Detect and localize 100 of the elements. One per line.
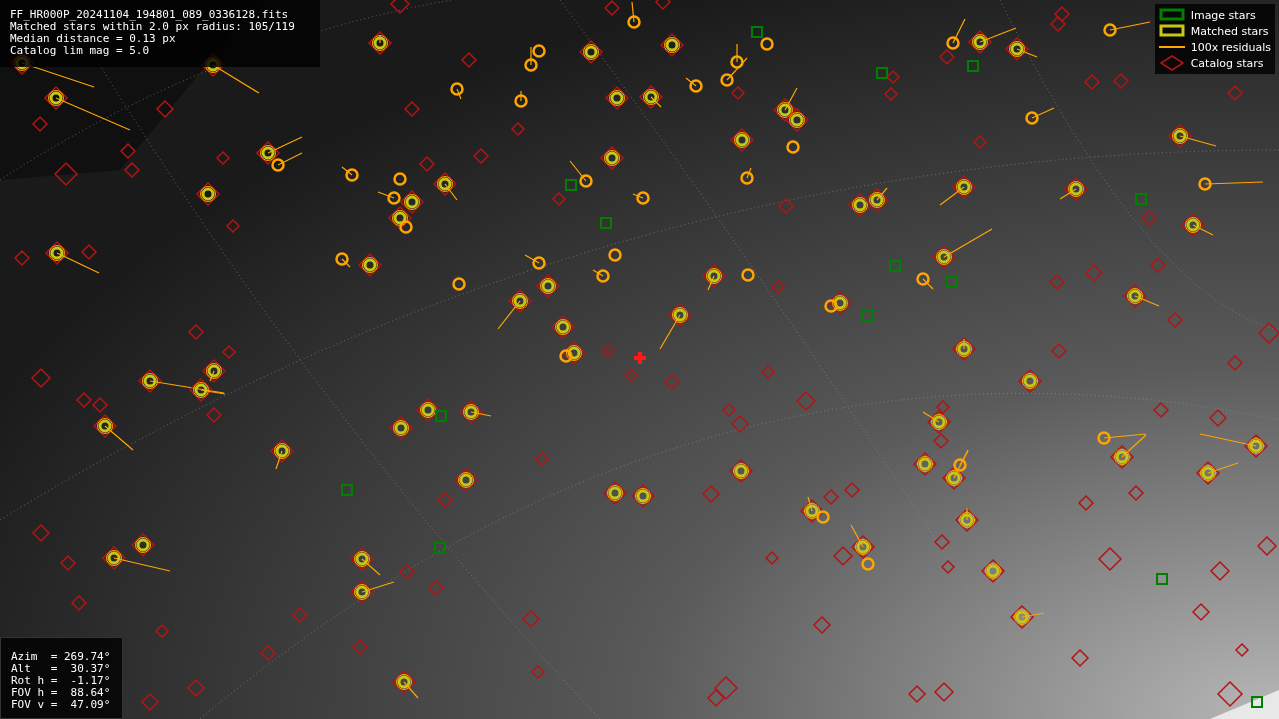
catalog-star-marker [932,432,950,450]
catalog-star-marker [187,323,205,341]
catalog-star-marker [885,69,901,85]
matched-star-marker [44,240,100,274]
catalog-star-marker [1048,273,1066,291]
matched-star-marker [627,1,641,29]
catalog-star-marker [713,675,739,701]
matched-star-marker [772,87,798,123]
matched-star-marker [367,30,393,56]
catalog-star-marker [1053,5,1071,23]
matched-star-marker [1103,21,1151,37]
matched-star-marker [740,167,754,185]
catalog-star-marker [31,523,51,543]
matched-star-marker [1198,177,1264,191]
matched-star-marker [1059,176,1089,202]
catalog-star-marker [1256,535,1278,557]
matched-star-marker [341,166,359,182]
matched-star-marker [578,39,604,65]
catalog-star-marker [215,150,231,166]
catalog-star-marker [603,0,621,17]
catalog-star-marker [777,197,795,215]
matched-star-marker [632,191,650,205]
catalog-star-marker [534,451,550,467]
matched-star-marker [453,467,479,493]
catalog-star-marker [80,243,98,261]
matched-star-marker [1122,283,1160,309]
catalog-star-marker [663,373,681,391]
catalog-star-marker [730,85,746,101]
matched-star-marker [784,107,810,133]
catalog-star-marker [418,155,436,173]
catalog-star-marker [31,115,49,133]
catalog-star-marker [123,161,141,179]
matched-star-marker [349,546,381,576]
matched-star-marker [980,558,1006,584]
catalog-star-marker [460,51,478,69]
matched-star-marker [550,314,576,340]
info-text: FF_HR000P_20241104_194801_089_0336128.fits [10,9,290,21]
matched-star-marker [357,252,383,278]
matched-star-marker [388,415,414,441]
catalog-star-marker [186,678,206,698]
catalog-star-marker [1209,560,1231,582]
matched-star-marker [349,579,395,605]
catalog-star-marker [1070,648,1090,668]
catalog-star-marker [1149,256,1167,274]
matched-star-marker [659,302,693,350]
catalog-star-marker [843,481,861,499]
catalog-star-marker [225,218,241,234]
matched-star-marker [602,480,628,506]
matched-star-marker [916,272,934,290]
catalog-star-marker [154,623,170,639]
matched-star-marker [659,32,685,58]
catalog-star-marker [721,402,737,418]
catalog-star-marker [1127,484,1145,502]
legend-label: Matched stars [1190,24,1269,38]
catalog-star-marker [770,279,786,295]
info-text: Catalog lim mag = 5.0 [10,45,151,57]
catalog-star-marker [1257,321,1279,345]
matched-star-marker [514,90,528,108]
catalog-star-marker [938,48,956,66]
catalog-star-marker [13,249,31,267]
matched-star-marker [728,458,754,484]
matched-star-marker [1180,212,1214,238]
catalog-star-marker [933,533,951,551]
catalog-star-marker [706,688,726,708]
matched-star-marker [604,85,630,111]
info-text: FOV v = 47.09° [11,699,112,711]
catalog-star-marker [812,615,832,635]
center-cross-icon [634,352,646,364]
catalog-star-marker [935,399,951,415]
info-text: Alt = 30.37° [11,663,112,675]
catalog-star-marker [221,344,237,360]
matched-star-marker [701,263,727,291]
catalog-star-marker [351,638,369,656]
catalog-star-marker [832,545,854,567]
catalog-star-marker [907,684,927,704]
catalog-star-marker [1083,73,1101,91]
catalog-star-marker [883,86,899,102]
catalog-star-marker [30,367,52,389]
matched-star-marker [630,483,656,509]
matched-star-marker [912,451,938,477]
matched-star-marker [497,288,533,330]
matched-star-marker [939,174,977,206]
catalog-star-marker [760,364,776,380]
catalog-star-marker [600,343,616,359]
catalog-star-marker [654,0,672,11]
matched-star-marker [391,669,419,699]
matched-star-marker [1167,123,1217,149]
catalog-star-marker [1191,602,1211,622]
catalog-star-marker [75,391,93,409]
catalog-star-marker [1216,680,1244,708]
matched-star-marker [458,399,492,425]
catalog-star-marker [623,367,639,383]
catalog-star-marker [427,579,445,597]
catalog-star-marker [1226,84,1244,102]
catalog-star-marker [701,484,721,504]
catalog-star-marker [730,414,750,434]
catalog-star-marker [1226,354,1244,372]
matched-star-marker [931,228,993,270]
catalog-star-marker [291,606,309,624]
catalog-star-marker [155,99,175,119]
